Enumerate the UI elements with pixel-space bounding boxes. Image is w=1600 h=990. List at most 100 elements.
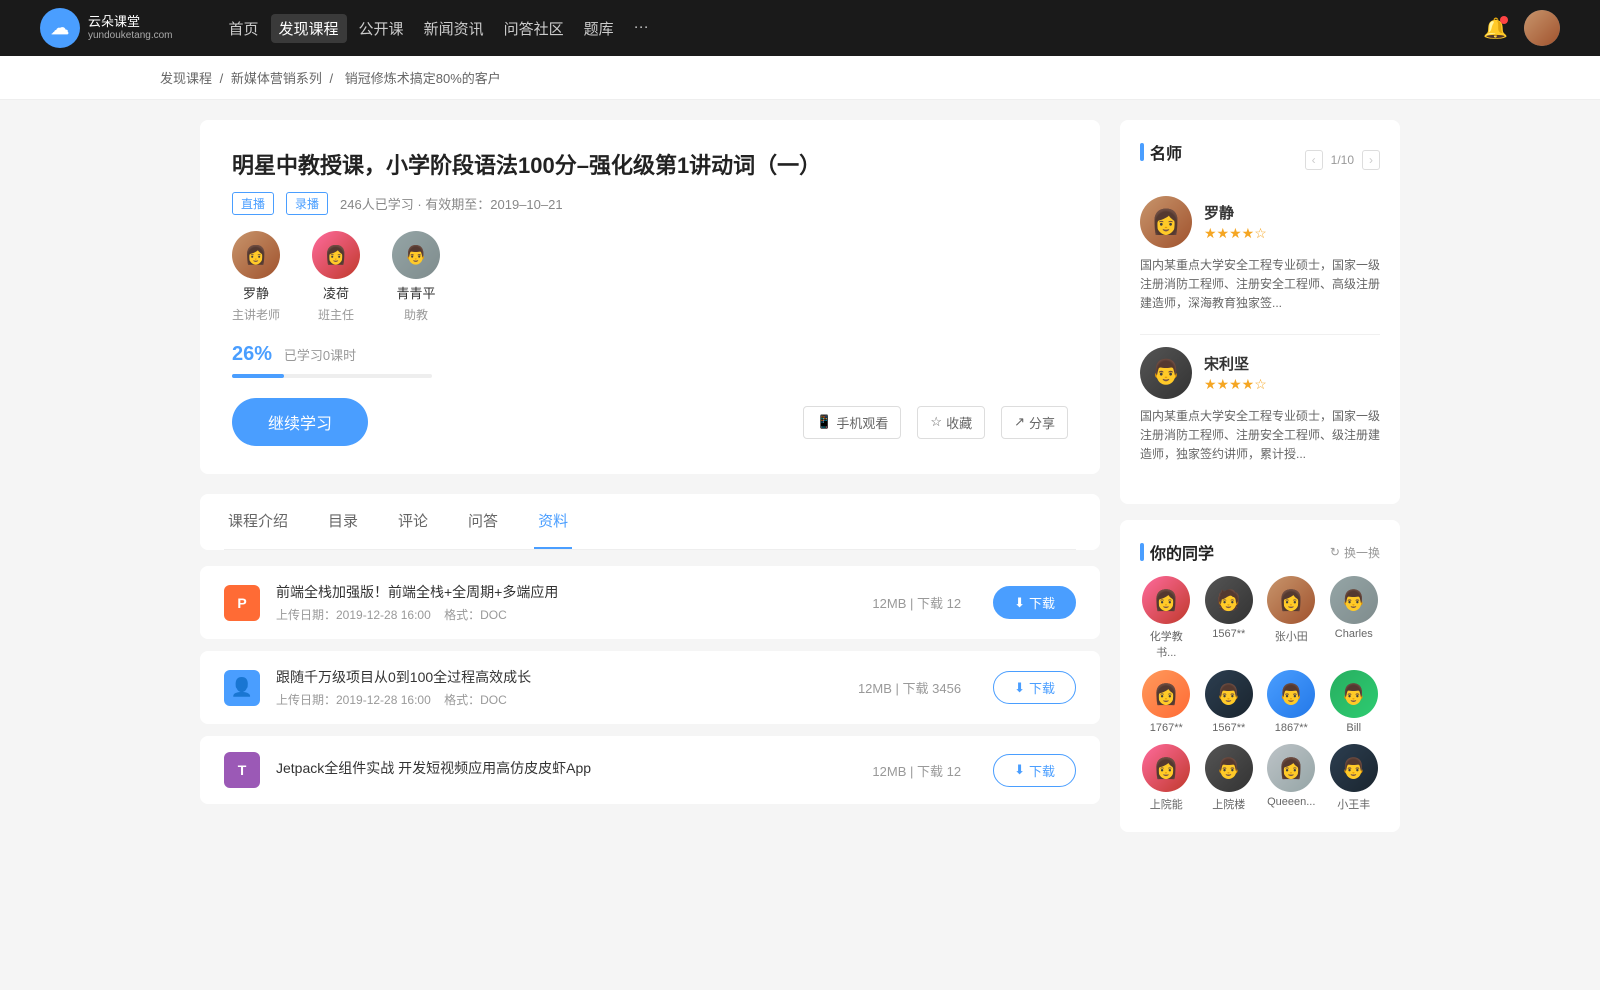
student-5-avatar: 👨: [1205, 670, 1253, 718]
student-3-name: Charles: [1335, 628, 1373, 640]
share-button[interactable]: ↗ 分享: [1001, 406, 1068, 439]
sidebar-teacher-1-stars: ★★★★☆: [1204, 376, 1267, 393]
star-icon: ☆: [930, 414, 942, 430]
resource-stats-0: 12MB | 下载 12: [872, 593, 961, 612]
student-10-avatar: 👩: [1267, 744, 1315, 792]
breadcrumb-series[interactable]: 新媒体营销系列: [231, 71, 322, 86]
student-9-name: 上院楼: [1212, 796, 1245, 812]
download-button-0[interactable]: ⬇ 下载: [993, 586, 1076, 619]
teachers-list: 👩 罗静 主讲老师 👩 凌荷 班主任 👨 青青平 助教: [232, 231, 1068, 323]
breadcrumb-discover[interactable]: 发现课程: [160, 71, 212, 86]
main-layout: 明星中教授课，小学阶段语法100分–强化级第1讲动词（一） 直播 录播 246人…: [160, 100, 1440, 868]
progress-section: 26% 已学习0课时: [232, 343, 1068, 378]
nav-discover[interactable]: 发现课程: [271, 14, 347, 43]
avatar-image: [1524, 10, 1560, 46]
teacher-2-name: 青青平: [397, 283, 436, 302]
sidebar-teacher-1-header: 👨 宋利坚 ★★★★☆: [1140, 347, 1380, 399]
resource-info-0: 前端全栈加强版！前端全栈+全周期+多端应用 上传日期：2019-12-28 16…: [276, 582, 856, 623]
resource-meta-1: 上传日期：2019-12-28 16:00 格式：DOC: [276, 691, 842, 708]
sidebar-teacher-1: 👨 宋利坚 ★★★★☆ 国内某重点大学安全工程专业硕士，国家一级注册消防工程师、…: [1140, 347, 1380, 465]
teacher-0: 👩 罗静 主讲老师: [232, 231, 280, 323]
student-7-name: Bill: [1346, 722, 1361, 734]
course-enrollment: 246人已学习 · 有效期至：2019–10–21: [340, 194, 563, 213]
logo-icon: ☁: [40, 8, 80, 48]
logo[interactable]: ☁ 云朵课堂 yundouketang.com: [40, 8, 173, 48]
student-1: 🧑 1567**: [1203, 576, 1256, 660]
student-4: 👩 1767**: [1140, 670, 1193, 734]
sidebar-teacher-0-name: 罗静: [1204, 202, 1267, 223]
next-teacher-button[interactable]: ›: [1362, 150, 1380, 170]
nav-qa[interactable]: 问答社区: [496, 14, 572, 43]
sidebar-teacher-0-header: 👩 罗静 ★★★★☆: [1140, 196, 1380, 248]
sidebar-teacher-1-name: 宋利坚: [1204, 353, 1267, 374]
student-2-avatar: 👩: [1267, 576, 1315, 624]
student-5-name: 1567**: [1212, 722, 1245, 734]
teacher-0-role: 主讲老师: [232, 306, 280, 323]
mobile-watch-button[interactable]: 📱 手机观看: [803, 406, 901, 439]
resource-item-1: 👤 跟随千万级项目从0到100全过程高效成长 上传日期：2019-12-28 1…: [200, 651, 1100, 724]
left-content: 明星中教授课，小学阶段语法100分–强化级第1讲动词（一） 直播 录播 246人…: [200, 120, 1100, 848]
student-9: 👨 上院楼: [1203, 744, 1256, 812]
teacher-divider: [1140, 334, 1380, 335]
logo-text: 云朵课堂 yundouketang.com: [88, 14, 173, 42]
resource-meta-0: 上传日期：2019-12-28 16:00 格式：DOC: [276, 606, 856, 623]
nav-questions[interactable]: 题库: [576, 14, 622, 43]
resource-info-1: 跟随千万级项目从0到100全过程高效成长 上传日期：2019-12-28 16:…: [276, 667, 842, 708]
tab-intro[interactable]: 课程介绍: [224, 494, 292, 549]
course-actions: 继续学习 📱 手机观看 ☆ 收藏 ↗ 分享: [232, 398, 1068, 446]
tab-catalog[interactable]: 目录: [324, 494, 362, 549]
header-right: 🔔: [1483, 10, 1560, 46]
progress-label: 已学习0课时: [284, 348, 356, 363]
resource-icon-1: 👤: [224, 670, 260, 706]
download-button-2[interactable]: ⬇ 下载: [993, 754, 1076, 787]
student-10-name: Queeen...: [1267, 796, 1315, 808]
prev-teacher-button[interactable]: ‹: [1305, 150, 1323, 170]
sidebar-teacher-0: 👩 罗静 ★★★★☆ 国内某重点大学安全工程专业硕士，国家一级注册消防工程师、注…: [1140, 196, 1380, 314]
course-title: 明星中教授课，小学阶段语法100分–强化级第1讲动词（一）: [232, 148, 1068, 180]
course-tabs: 课程介绍 目录 评论 问答 资料: [224, 494, 1076, 550]
tab-resources[interactable]: 资料: [534, 494, 572, 549]
nav-news[interactable]: 新闻资讯: [416, 14, 492, 43]
favorite-button[interactable]: ☆ 收藏: [917, 406, 985, 439]
main-nav: 首页 发现课程 公开课 新闻资讯 问答社区 题库 ···: [221, 14, 657, 43]
resource-title-0: 前端全栈加强版！前端全栈+全周期+多端应用: [276, 582, 856, 602]
student-3: 👨 Charles: [1328, 576, 1381, 660]
student-6: 👨 1867**: [1265, 670, 1318, 734]
progress-percent: 26%: [232, 343, 272, 365]
student-1-name: 1567**: [1212, 628, 1245, 640]
nav-more[interactable]: ···: [626, 14, 657, 43]
breadcrumb-current: 销冠修炼术搞定80%的客户: [345, 71, 501, 86]
bell-icon[interactable]: 🔔: [1483, 16, 1508, 41]
mobile-icon: 📱: [816, 414, 832, 430]
student-11-avatar: 👨: [1330, 744, 1378, 792]
student-2: 👩 张小田: [1265, 576, 1318, 660]
resource-stats-1: 12MB | 下载 3456: [858, 678, 961, 697]
resource-item-2: T Jetpack全组件实战 开发短视频应用高仿皮皮虾App 12MB | 下载…: [200, 736, 1100, 804]
tab-review[interactable]: 评论: [394, 494, 432, 549]
breadcrumb: 发现课程 / 新媒体营销系列 / 销冠修炼术搞定80%的客户: [0, 56, 1600, 100]
teacher-0-name: 罗静: [243, 283, 269, 302]
download-icon-2: ⬇: [1014, 762, 1025, 778]
teachers-sidebar-card: 名师 ‹ 1/10 › 👩 罗静 ★★★★☆ 国内某重点大学安全工程专业硕士，国…: [1120, 120, 1400, 504]
nav-home[interactable]: 首页: [221, 14, 267, 43]
student-4-avatar: 👩: [1142, 670, 1190, 718]
tab-qa[interactable]: 问答: [464, 494, 502, 549]
continue-learning-button[interactable]: 继续学习: [232, 398, 368, 446]
course-meta: 直播 录播 246人已学习 · 有效期至：2019–10–21: [232, 192, 1068, 215]
download-icon-1: ⬇: [1014, 680, 1025, 696]
teachers-sidebar-title: 名师: [1140, 140, 1182, 164]
sidebar-teacher-0-desc: 国内某重点大学安全工程专业硕士，国家一级注册消防工程师、注册安全工程师、高级注册…: [1140, 256, 1380, 314]
teacher-1-role: 班主任: [318, 306, 354, 323]
student-9-avatar: 👨: [1205, 744, 1253, 792]
right-sidebar: 名师 ‹ 1/10 › 👩 罗静 ★★★★☆ 国内某重点大学安全工程专业硕士，国…: [1120, 120, 1400, 848]
user-avatar[interactable]: [1524, 10, 1560, 46]
sidebar-teacher-1-desc: 国内某重点大学安全工程专业硕士，国家一级注册消防工程师、注册安全工程师、级注册建…: [1140, 407, 1380, 465]
nav-open[interactable]: 公开课: [351, 14, 412, 43]
refresh-label: 换一换: [1344, 544, 1380, 561]
download-button-1[interactable]: ⬇ 下载: [993, 671, 1076, 704]
student-11-name: 小王丰: [1337, 796, 1370, 812]
tabs-card: 课程介绍 目录 评论 问答 资料: [200, 494, 1100, 550]
favorite-label: 收藏: [946, 413, 972, 432]
student-2-name: 张小田: [1275, 628, 1308, 644]
refresh-students-button[interactable]: ↻ 换一换: [1330, 544, 1380, 561]
